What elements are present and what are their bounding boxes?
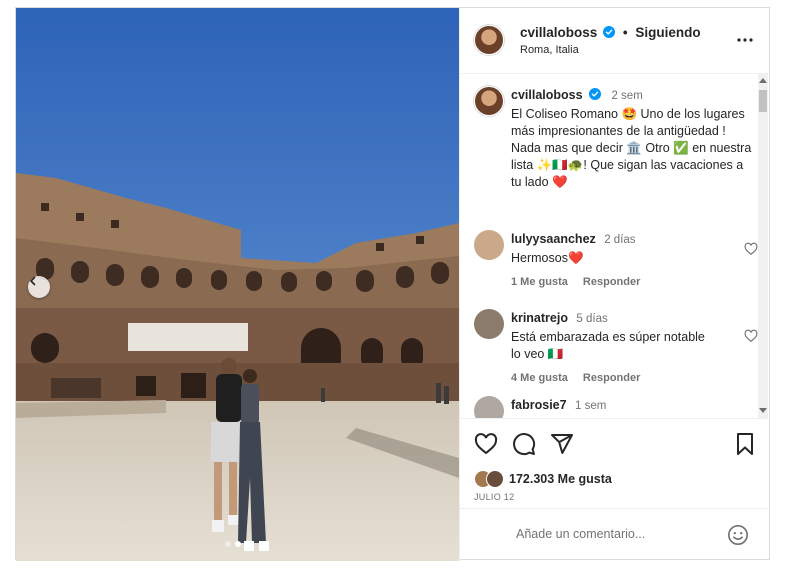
comment-text: Hermosos❤️ (511, 251, 584, 265)
comment-input[interactable] (516, 527, 716, 541)
location-link[interactable]: Roma, Italia (520, 44, 579, 56)
reply-button[interactable]: Responder (583, 276, 640, 288)
comment-username[interactable]: krinatrejo (511, 311, 568, 325)
caption: cvillaloboss 2 sem El Coliseo Romano 🤩 U… (474, 86, 754, 191)
carousel-dot (224, 541, 231, 547)
separator-dot: • (622, 25, 628, 40)
carousel-dot-active (234, 541, 241, 547)
reply-button[interactable]: Responder (583, 372, 640, 384)
comment-text: Está embarazada es súper notable lo veo … (511, 330, 705, 361)
comment-time: 2 días (604, 234, 636, 246)
avatar (486, 470, 504, 488)
more-options-icon (737, 38, 753, 42)
comment-username[interactable]: fabrosie7 (511, 398, 567, 412)
verified-badge-icon (603, 26, 616, 38)
carousel-indicator (16, 541, 459, 547)
comment-composer (460, 508, 771, 561)
avatar[interactable] (474, 309, 504, 339)
comment-likes-count[interactable]: 1 Me gusta (511, 276, 568, 288)
username-link[interactable]: cvillaloboss (520, 25, 597, 40)
avatar[interactable] (474, 86, 504, 116)
comments-list: cvillaloboss 2 sem El Coliseo Romano 🤩 U… (460, 74, 771, 418)
avatar[interactable] (474, 25, 504, 55)
chevron-left-icon (30, 276, 36, 286)
post-panel: cvillaloboss • Siguiendo Roma, Italia cv… (459, 8, 771, 561)
more-options-button[interactable] (735, 30, 755, 50)
caption-time[interactable]: 2 sem (611, 90, 642, 102)
caption-username[interactable]: cvillaloboss (511, 88, 583, 102)
follow-status-button[interactable]: Siguiendo (635, 25, 700, 40)
comment-time: 5 días (576, 313, 608, 325)
comment-icon[interactable] (512, 432, 536, 456)
post-header: cvillaloboss • Siguiendo Roma, Italia (460, 8, 771, 74)
carousel-prev-button[interactable] (28, 276, 50, 298)
post-photo[interactable] (16, 8, 459, 561)
comment-item: lulyysaanchez 2 días Hermosos❤️ 1 Me gus… (474, 230, 758, 288)
comment-item: krinatrejo 5 días Está embarazada es súp… (474, 309, 758, 384)
post-dialog: cvillaloboss • Siguiendo Roma, Italia cv… (15, 7, 771, 561)
comment-item: fabrosie7 1 sem (474, 396, 758, 418)
caption-text: El Coliseo Romano 🤩 Uno de los lugares m… (511, 107, 752, 189)
post-date[interactable]: JULIO 12 (474, 492, 514, 502)
emoji-icon[interactable] (727, 524, 749, 546)
likes-summary[interactable]: 172.303 Me gusta (474, 470, 612, 488)
carousel-dot (244, 541, 251, 547)
action-bar: 172.303 Me gusta JULIO 12 (460, 418, 771, 502)
heart-icon[interactable] (744, 329, 758, 343)
likes-count[interactable]: 172.303 Me gusta (509, 472, 612, 486)
comment-likes-count[interactable]: 4 Me gusta (511, 372, 568, 384)
heart-icon[interactable] (744, 242, 758, 256)
send-icon[interactable] (550, 432, 574, 456)
avatar[interactable] (474, 230, 504, 260)
comment-username[interactable]: lulyysaanchez (511, 232, 596, 246)
bookmark-icon[interactable] (733, 432, 757, 456)
verified-badge-icon (589, 88, 602, 100)
avatar[interactable] (474, 396, 504, 418)
heart-icon[interactable] (474, 432, 498, 456)
comment-time: 1 sem (575, 400, 607, 412)
colosseum-photo (16, 8, 459, 561)
header-username-row: cvillaloboss • Siguiendo (520, 25, 701, 40)
